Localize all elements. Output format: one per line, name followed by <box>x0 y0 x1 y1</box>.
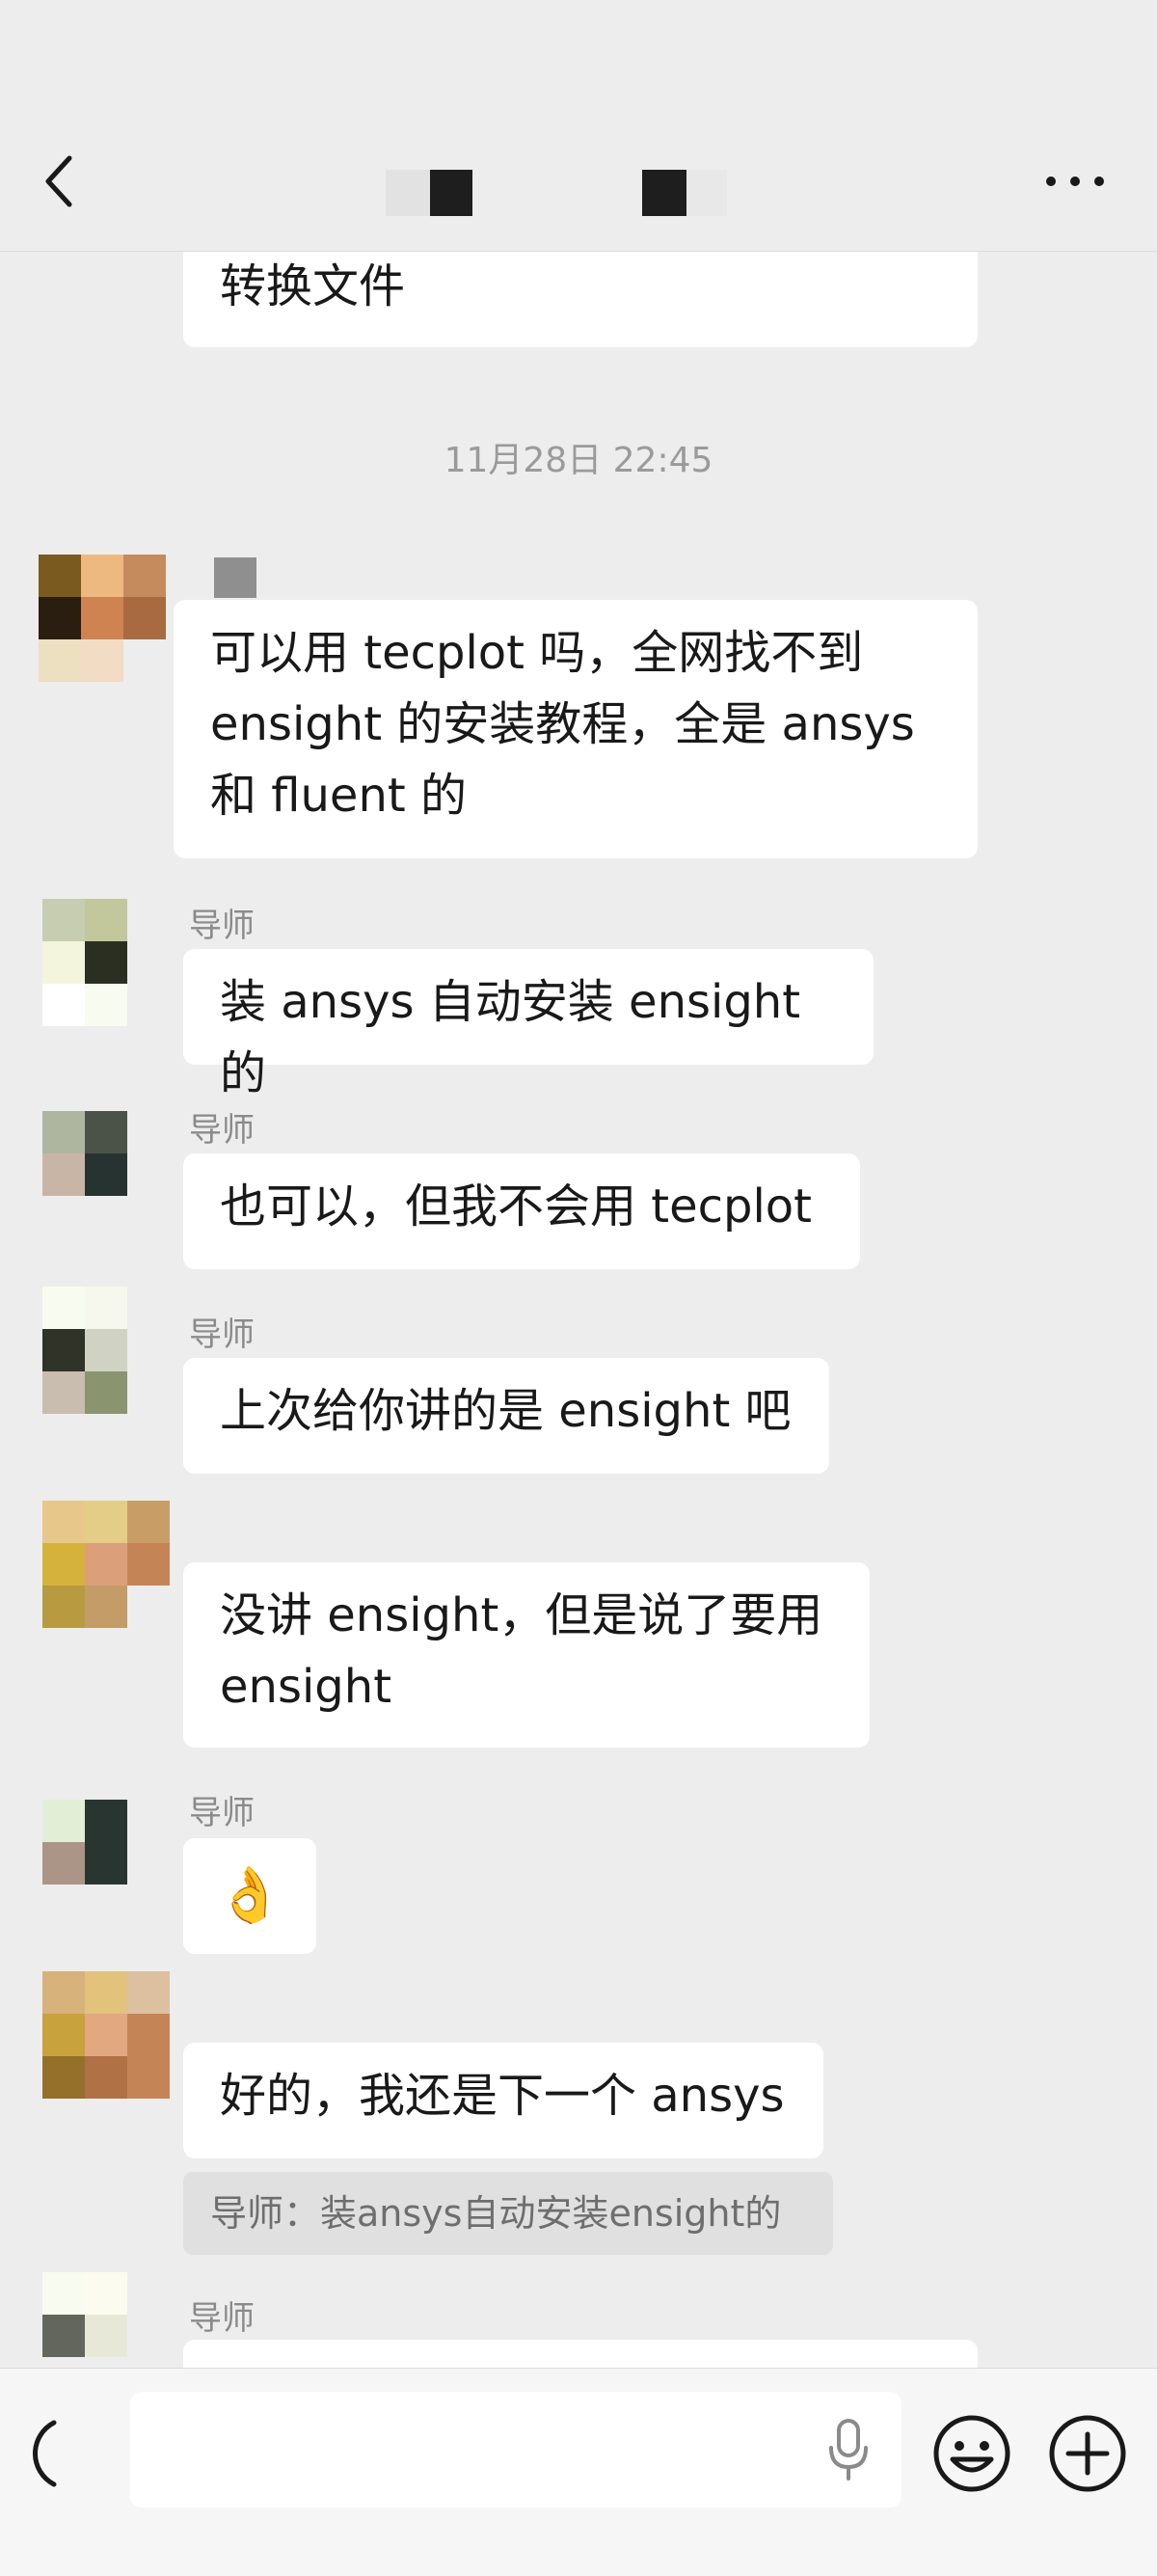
avatar[interactable] <box>42 1501 170 1628</box>
message-bubble[interactable]: 上次给你讲的是 ensight 吧 <box>183 1358 829 1474</box>
chat-message-list[interactable]: 转换文件 11月28日 22:45 可以用 tecplot 吗，全网找不到 en… <box>0 0 1157 2368</box>
message-timestamp: 11月28日 22:45 <box>444 441 713 480</box>
microphone-icon[interactable] <box>824 2417 873 2482</box>
avatar[interactable] <box>42 2272 170 2368</box>
sender-name: 导师 <box>189 2299 255 2338</box>
avatar[interactable] <box>42 1111 170 1238</box>
message-bubble[interactable]: 好的，我还是下一个 ansys <box>183 2043 823 2158</box>
sender-name: 导师 <box>189 907 255 945</box>
sender-name: 导师 <box>189 1794 255 1832</box>
avatar[interactable] <box>42 1971 170 2099</box>
avatar[interactable] <box>42 899 170 1026</box>
message-input-bar <box>0 2368 1157 2576</box>
sender-name: 导师 <box>189 1111 255 1150</box>
message-bubble[interactable]: 也可以，但我不会用 tecplot <box>183 1153 860 1269</box>
message-input[interactable] <box>130 2392 901 2508</box>
emoji-icon[interactable] <box>931 2413 1012 2494</box>
quoted-message[interactable]: 导师：装ansys自动安装ensight的 <box>183 2172 833 2255</box>
message-bubble[interactable]: 装 ansys 自动安装 ensight 的 <box>183 949 874 1100</box>
more-dots-icon[interactable] <box>1041 164 1109 199</box>
chat-title-redacted <box>0 162 1157 220</box>
voice-toggle-icon[interactable] <box>25 2415 83 2492</box>
message-bubble[interactable]: 没讲 ensight，但是说了要用 ensight <box>183 1562 870 1748</box>
avatar[interactable] <box>42 1287 170 1414</box>
message-bubble[interactable]: 可以用 tecplot 吗，全网找不到 ensight 的安装教程，全是 ans… <box>174 600 978 858</box>
message-bubble[interactable] <box>183 2340 978 2368</box>
plus-icon[interactable] <box>1047 2413 1128 2494</box>
sender-name: 导师 <box>189 1315 255 1354</box>
sender-name-redacted <box>214 557 256 598</box>
avatar[interactable] <box>39 555 166 682</box>
message-bubble-emoji[interactable]: 👌 <box>183 1838 316 1954</box>
chat-header <box>0 0 1157 252</box>
avatar[interactable] <box>42 1800 170 1927</box>
